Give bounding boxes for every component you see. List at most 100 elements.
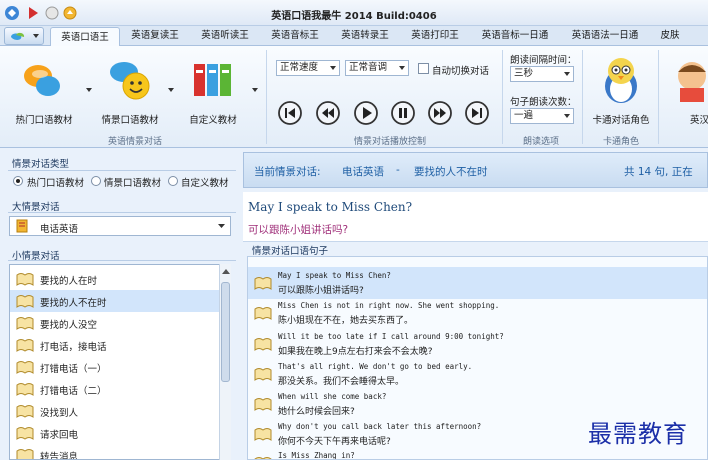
scene-textbook-label: 情景口语教材 — [101, 115, 159, 126]
penguin-icon — [605, 58, 637, 103]
next-icon[interactable] — [428, 101, 452, 125]
scene-dropdown-icon[interactable] — [168, 88, 174, 93]
group-separator — [266, 50, 267, 144]
scroll-thumb[interactable] — [221, 282, 230, 382]
dialog-row[interactable]: Miss Chen is not in right now. She went … — [248, 297, 707, 329]
cartoon-role-button[interactable]: 卡通对话角色 — [586, 50, 656, 128]
tab-skin[interactable]: 皮肤 — [650, 26, 690, 46]
radio-hot-label: 热门口语教材 — [27, 178, 85, 189]
tone-value: 正常音调 — [349, 62, 388, 73]
book-icon — [254, 398, 272, 411]
tab-phonetics[interactable]: 英语音标王 — [262, 26, 328, 46]
book-icon — [16, 339, 34, 352]
tab-listening[interactable]: 英语听读王 — [192, 26, 258, 46]
ribbon-tabs: 英语口语王 英语复读王 英语听读王 英语音标王 英语转录王 英语打印王 英语音标… — [0, 26, 708, 47]
book-icon — [16, 449, 34, 459]
custom-textbook-label: 自定义教材 — [189, 115, 237, 126]
big-scene-combo[interactable]: 电话英语 — [9, 216, 231, 236]
tab-repeater[interactable]: 英语复读王 — [122, 26, 188, 46]
book-icon — [16, 405, 34, 418]
book-icon — [16, 427, 34, 440]
big-scene-value: 电话英语 — [40, 224, 79, 235]
list-item[interactable]: 要找的人没空 — [10, 312, 220, 334]
list-item[interactable]: 打错电话（一） — [10, 356, 220, 378]
radio-scene[interactable] — [91, 176, 101, 186]
binders-icon — [194, 64, 231, 96]
watermark: 最需教育 — [588, 420, 688, 448]
custom-textbook-button[interactable]: 自定义教材 — [180, 50, 246, 128]
current-prefix: 当前情景对话: — [254, 166, 321, 178]
last-track-icon[interactable] — [465, 101, 489, 125]
tab-print[interactable]: 英语打印王 — [402, 26, 468, 46]
chevron-down-icon — [564, 114, 570, 118]
previous-icon[interactable] — [316, 101, 340, 125]
scene-textbook-button[interactable]: 情景口语教材 — [94, 50, 166, 128]
book-icon — [16, 317, 34, 330]
tab-speaking[interactable]: 英语口语王 — [50, 27, 120, 47]
title-bar: 英语口语我最牛 2014 Build:0406 — [0, 0, 708, 26]
current-dialog-bar: 当前情景对话: 电话英语 - 要找的人不在时 共 14 句, 正在 — [243, 152, 708, 188]
current-sentence-cn: 可以跟陈小姐讲话吗? — [248, 224, 349, 236]
first-track-icon[interactable] — [278, 101, 302, 125]
group-separator — [502, 50, 503, 144]
speed-value: 正常速度 — [280, 62, 319, 73]
group-label-playback: 情景对话播放控制 — [353, 137, 426, 147]
en-cn-label: 英汉 — [690, 115, 708, 126]
small-scene-list: 要找的人在时 要找的人不在时 要找的人没空 打电话，接电话 打错电话（一） 打错… — [9, 264, 231, 460]
list-item[interactable]: 打错电话（二） — [10, 378, 220, 400]
radio-custom-label: 自定义教材 — [181, 178, 229, 189]
repeat-select[interactable]: 一遍 — [510, 108, 574, 124]
list-scrollbar[interactable] — [219, 264, 231, 460]
radio-scene-label: 情景口语教材 — [104, 178, 162, 189]
custom-dropdown-icon[interactable] — [252, 88, 258, 93]
hot-textbook-button[interactable]: 热门口语教材 — [4, 50, 84, 128]
dialog-row[interactable]: May I speak to Miss Chen? 可以跟陈小姐讲话吗? — [248, 267, 707, 299]
dialog-row[interactable]: That's all right. We don't go to bed ear… — [248, 358, 707, 390]
list-item[interactable]: 要找的人在时 — [10, 268, 220, 290]
divider — [8, 212, 236, 213]
list-item[interactable]: 请求回电 — [10, 422, 220, 444]
tab-transcribe[interactable]: 英语转录王 — [332, 26, 398, 46]
radio-hot[interactable] — [13, 176, 23, 186]
tab-phonetics-day[interactable]: 英语音标一日通 — [472, 26, 558, 46]
group-separator — [658, 50, 659, 144]
tab-grammar-day[interactable]: 英语语法一日通 — [562, 26, 648, 46]
interval-label: 朗读间隔时间： — [510, 55, 577, 66]
current-dash: - — [396, 164, 400, 176]
hot-textbook-label: 热门口语教材 — [15, 115, 73, 126]
en-cn-button[interactable]: 英汉 — [664, 50, 708, 128]
play-icon[interactable] — [354, 101, 378, 125]
current-sentence-box: May I speak to Miss Chen? 可以跟陈小姐讲话吗? — [243, 192, 708, 242]
list-item[interactable]: 要找的人不在时 — [10, 290, 220, 312]
scroll-up-icon[interactable] — [221, 267, 231, 277]
group-label-reading: 朗读选项 — [522, 137, 559, 147]
list-item[interactable]: 没找到人 — [10, 400, 220, 422]
dialog-row[interactable]: Will it be too late if I call around 9:0… — [248, 328, 707, 360]
chevron-down-icon — [399, 66, 405, 70]
auto-switch-label: 自动切换对话 — [432, 66, 490, 77]
radio-custom[interactable] — [168, 176, 178, 186]
list-item[interactable]: 转告消息 — [10, 444, 220, 459]
interval-value: 三秒 — [514, 68, 534, 79]
auto-switch-checkbox[interactable] — [418, 63, 429, 74]
pause-icon[interactable] — [391, 101, 415, 125]
hot-dropdown-icon[interactable] — [86, 88, 92, 93]
big-scene-title: 大情景对话 — [12, 202, 60, 213]
sentence-count: 共 14 句, 正在 — [624, 166, 693, 178]
list-item[interactable]: 打电话，接电话 — [10, 334, 220, 356]
chat-bubbles-icon — [24, 65, 60, 96]
app-menu-button[interactable] — [4, 27, 44, 45]
tone-select[interactable]: 正常音调 — [345, 60, 409, 76]
chevron-down-icon — [330, 66, 336, 70]
type-section-title: 情景对话类型 — [12, 159, 70, 170]
book-icon — [16, 383, 34, 396]
book-icon — [16, 273, 34, 286]
interval-select[interactable]: 三秒 — [510, 66, 574, 82]
smiley-chat-icon — [110, 62, 150, 100]
speed-select[interactable]: 正常速度 — [276, 60, 340, 76]
current-category: 电话英语 — [342, 166, 384, 178]
cartoon-character-icon — [678, 62, 706, 102]
divider — [8, 170, 236, 171]
group-label-scene: 英语情景对话 — [107, 137, 162, 147]
book-icon — [254, 428, 272, 441]
